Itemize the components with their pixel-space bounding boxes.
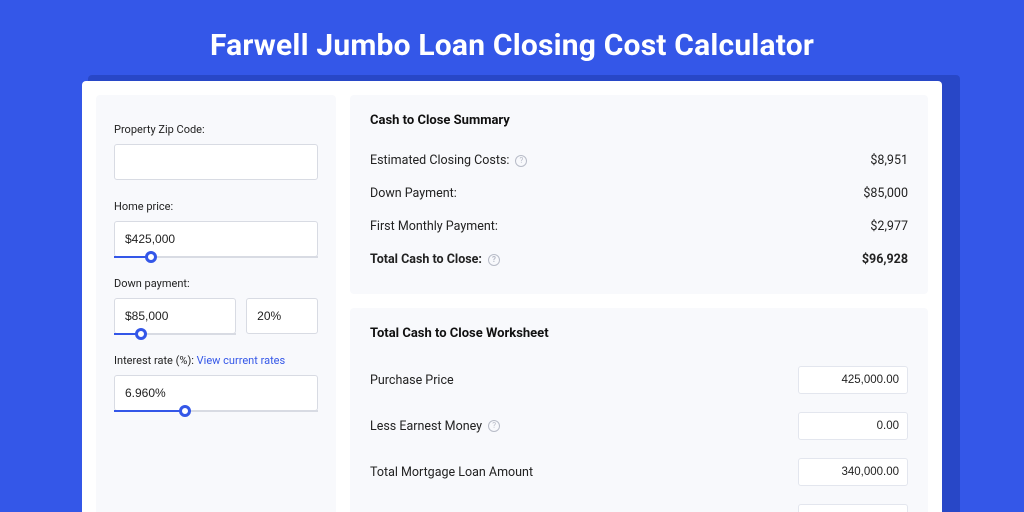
worksheet-row-label: Total Mortgage Loan Amount: [370, 465, 533, 480]
down-payment-label: Down payment:: [114, 277, 318, 290]
interest-rate-slider[interactable]: [114, 375, 318, 411]
worksheet-row-second-mortgage: Total Second Mortgage Amount: [370, 495, 908, 512]
results-column: Cash to Close Summary Estimated Closing …: [350, 95, 928, 512]
home-price-input[interactable]: [114, 221, 318, 257]
help-icon[interactable]: ?: [488, 420, 500, 432]
worksheet-row-mortgage-amount: Total Mortgage Loan Amount: [370, 449, 908, 495]
summary-row-value: $2,977: [870, 219, 908, 234]
summary-total-value: $96,928: [862, 252, 908, 267]
zip-label: Property Zip Code:: [114, 123, 318, 136]
inputs-panel: Property Zip Code: Home price: Down paym…: [96, 95, 336, 512]
summary-row-label: First Monthly Payment:: [370, 219, 498, 234]
interest-rate-label: Interest rate (%): View current rates: [114, 354, 318, 367]
down-payment-slider[interactable]: [114, 298, 236, 334]
summary-row-value: $85,000: [863, 186, 908, 201]
summary-total-label: Total Cash to Close:: [370, 252, 482, 267]
summary-row-label: Estimated Closing Costs:: [370, 153, 509, 168]
home-price-field: Home price:: [114, 200, 318, 257]
zip-field: Property Zip Code:: [114, 123, 318, 180]
worksheet-row-earnest-money: Less Earnest Money ?: [370, 403, 908, 449]
down-payment-pct-input[interactable]: [246, 298, 318, 334]
worksheet-row-purchase-price: Purchase Price: [370, 357, 908, 403]
summary-row-label: Down Payment:: [370, 186, 457, 201]
page-title: Farwell Jumbo Loan Closing Cost Calculat…: [0, 0, 1024, 81]
worksheet-panel: Total Cash to Close Worksheet Purchase P…: [350, 308, 928, 512]
down-payment-field: Down payment:: [114, 277, 318, 334]
calculator-card: Property Zip Code: Home price: Down paym…: [82, 81, 942, 512]
view-rates-link[interactable]: View current rates: [197, 354, 286, 367]
zip-input[interactable]: [114, 144, 318, 180]
help-icon[interactable]: ?: [515, 155, 527, 167]
summary-total-row: Total Cash to Close: ? $96,928: [370, 243, 908, 276]
worksheet-row-input[interactable]: [798, 366, 908, 394]
worksheet-row-input[interactable]: [798, 458, 908, 486]
worksheet-row-input[interactable]: [798, 412, 908, 440]
summary-row-value: $8,951: [870, 153, 908, 168]
summary-row-first-payment: First Monthly Payment: $2,977: [370, 210, 908, 243]
summary-title: Cash to Close Summary: [370, 113, 908, 128]
summary-row-down-payment: Down Payment: $85,000: [370, 177, 908, 210]
summary-row-closing-costs: Estimated Closing Costs: ? $8,951: [370, 144, 908, 177]
worksheet-title: Total Cash to Close Worksheet: [370, 326, 908, 341]
interest-rate-input[interactable]: [114, 375, 318, 411]
help-icon[interactable]: ?: [488, 254, 500, 266]
summary-panel: Cash to Close Summary Estimated Closing …: [350, 95, 928, 294]
interest-rate-field: Interest rate (%): View current rates: [114, 354, 318, 411]
worksheet-row-label: Purchase Price: [370, 373, 454, 388]
down-payment-input[interactable]: [114, 298, 236, 334]
down-payment-pct-wrap[interactable]: [246, 298, 318, 334]
worksheet-row-input[interactable]: [798, 504, 908, 512]
worksheet-row-label: Less Earnest Money: [370, 419, 482, 434]
home-price-label: Home price:: [114, 200, 318, 213]
home-price-slider[interactable]: [114, 221, 318, 257]
